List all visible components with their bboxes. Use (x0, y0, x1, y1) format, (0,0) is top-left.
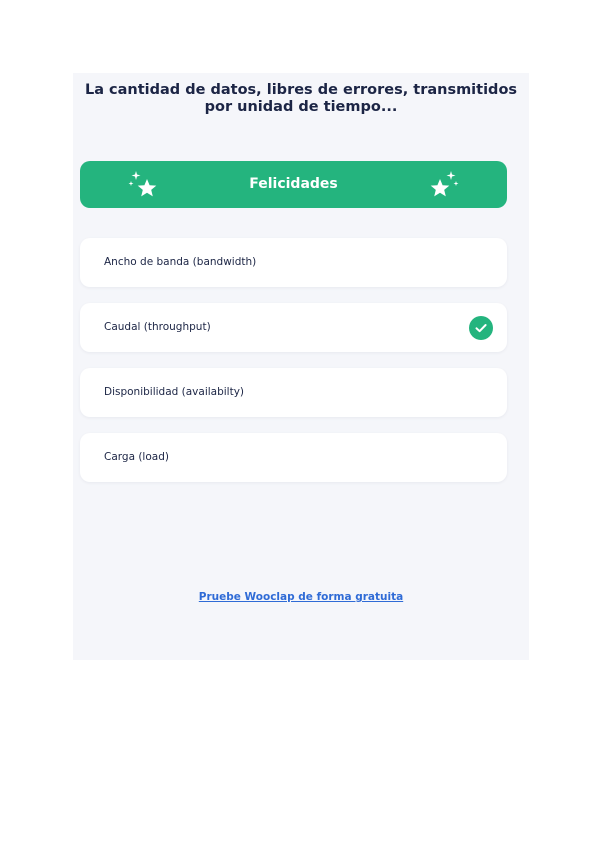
answer-option-label: Caudal (throughput) (104, 321, 211, 333)
answer-option[interactable]: Ancho de banda (bandwidth) (80, 238, 507, 287)
try-wooclap-link[interactable]: Pruebe Wooclap de forma gratuita (73, 591, 529, 603)
answer-option-label: Carga (load) (104, 451, 169, 463)
question-text: La cantidad de datos, libres de errores,… (73, 82, 529, 116)
answer-option[interactable]: Disponibilidad (availabilty) (80, 368, 507, 417)
answer-option-label: Ancho de banda (bandwidth) (104, 256, 257, 268)
question-line-2: por unidad de tiempo... (204, 99, 398, 115)
quiz-card: La cantidad de datos, libres de errores,… (73, 73, 529, 660)
sparkle-star-icon (430, 171, 459, 197)
question-line-1: La cantidad de datos, libres de errores,… (84, 82, 518, 98)
checkmark-icon (469, 316, 493, 340)
answer-option[interactable]: Carga (load) (80, 433, 507, 482)
answer-option-correct[interactable]: Caudal (throughput) (80, 303, 507, 352)
congratulations-banner: Felicidades (80, 161, 507, 208)
answer-option-label: Disponibilidad (availabilty) (104, 386, 245, 398)
